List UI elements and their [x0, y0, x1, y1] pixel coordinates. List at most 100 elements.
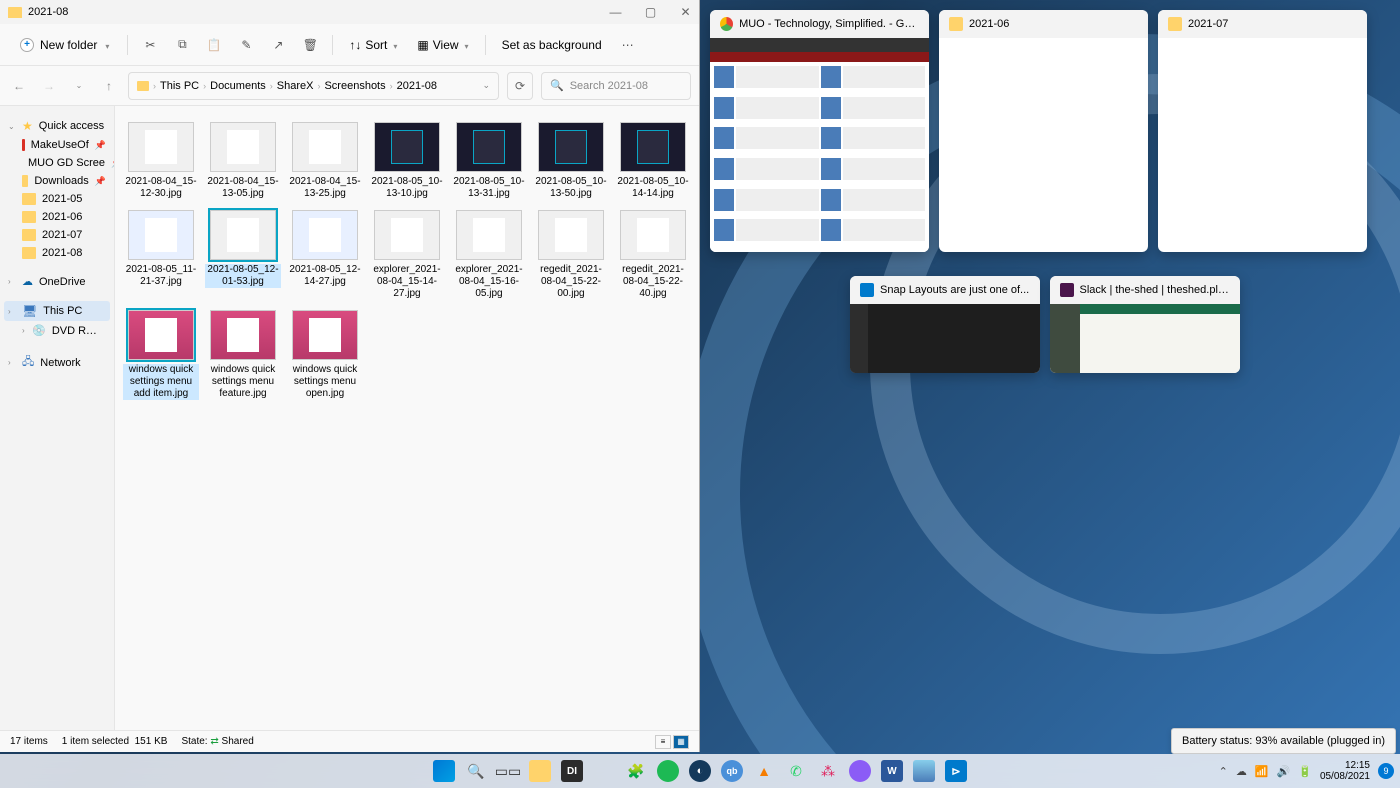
breadcrumb-segment[interactable]: Documents: [210, 80, 266, 92]
sidebar-item[interactable]: MakeUseOf📌: [4, 136, 110, 154]
snap-thumbnail[interactable]: 2021-06: [939, 10, 1148, 252]
search-button[interactable]: 🔍: [465, 760, 487, 782]
snap-thumbnail[interactable]: 2021-07: [1158, 10, 1367, 252]
file-item[interactable]: windows quick settings menu add item.jpg: [123, 310, 199, 400]
clock[interactable]: 12:15 05/08/2021: [1320, 760, 1370, 782]
podcast-icon[interactable]: [849, 760, 871, 782]
file-item[interactable]: 2021-08-05_10-13-50.jpg: [533, 122, 609, 200]
breadcrumb-segment[interactable]: Screenshots: [324, 80, 385, 92]
copy-button[interactable]: ⧉: [170, 33, 194, 57]
file-item[interactable]: 2021-08-05_11-21-37.jpg: [123, 210, 199, 300]
forward-button[interactable]: →: [38, 79, 60, 93]
up-button[interactable]: ↑: [98, 79, 120, 93]
chrome-icon[interactable]: [593, 760, 615, 782]
sidebar-item[interactable]: 2021-05: [4, 190, 110, 208]
navbar: ← → ⌄ ↑ › This PC›Documents›ShareX›Scree…: [0, 66, 699, 106]
start-button[interactable]: [433, 760, 455, 782]
maximize-button[interactable]: ▢: [645, 7, 656, 18]
spotify-icon[interactable]: [657, 760, 679, 782]
recent-button[interactable]: ⌄: [68, 81, 90, 90]
set-background-button[interactable]: Set as background: [496, 34, 608, 56]
sidebar: ⌄★ Quick access MakeUseOf📌MUO GD Scree📌D…: [0, 106, 115, 730]
tray-chevron[interactable]: ⌃: [1219, 765, 1228, 778]
slack-icon[interactable]: ⁂: [817, 760, 839, 782]
dvd-drive[interactable]: ›💿 DVD RW Drive (D:) A: [4, 321, 110, 340]
file-item[interactable]: 2021-08-04_15-13-05.jpg: [205, 122, 281, 200]
file-item[interactable]: 2021-08-05_12-01-53.jpg: [205, 210, 281, 300]
delete-button[interactable]: 🗑: [298, 33, 322, 57]
this-pc[interactable]: ›🖥 This PC: [4, 301, 110, 321]
system-tray: ⌃ ☁ 📶 🔊 🔋 12:15 05/08/2021 9: [1219, 760, 1394, 782]
wifi-icon[interactable]: 📶: [1255, 765, 1269, 778]
back-button[interactable]: ←: [8, 79, 30, 93]
onedrive[interactable]: ›☁ OneDrive: [4, 272, 110, 291]
search-icon: 🔍: [550, 79, 564, 92]
taskbar: 🔍 ▭▭ DI 🧩 ◐ qb ▲ ✆ ⁂ W ⊳ ⌃ ☁ 📶 🔊 🔋 12:15…: [0, 754, 1400, 788]
vscode-icon[interactable]: ⊳: [945, 760, 967, 782]
breadcrumb-segment[interactable]: ShareX: [277, 80, 314, 92]
image-app-icon[interactable]: [913, 760, 935, 782]
breadcrumb-segment[interactable]: This PC: [160, 80, 199, 92]
titlebar[interactable]: 2021-08 — ▢ ✕: [0, 0, 699, 24]
quick-access[interactable]: ⌄★ Quick access: [4, 116, 110, 136]
item-count: 17 items: [10, 736, 48, 747]
sidebar-item[interactable]: MUO GD Scree📌: [4, 154, 110, 172]
folder-icon: [8, 7, 22, 18]
sidebar-item[interactable]: Downloads📌: [4, 172, 110, 190]
cut-button[interactable]: ✂: [138, 33, 162, 57]
file-item[interactable]: windows quick settings menu feature.jpg: [205, 310, 281, 400]
onedrive-tray-icon[interactable]: ☁: [1236, 765, 1247, 778]
steam-icon[interactable]: ◐: [689, 760, 711, 782]
refresh-button[interactable]: ⟳: [507, 72, 533, 100]
details-view-button[interactable]: ≡: [655, 735, 671, 749]
snap-thumbnail[interactable]: Snap Layouts are just one of...: [850, 276, 1040, 373]
sort-button[interactable]: ↑↓ Sort: [343, 34, 403, 56]
explorer-taskbar-icon[interactable]: [529, 760, 551, 782]
file-item[interactable]: windows quick settings menu open.jpg: [287, 310, 363, 400]
task-view-button[interactable]: ▭▭: [497, 760, 519, 782]
view-button[interactable]: ▦ View: [411, 34, 474, 56]
thumbnails-view-button[interactable]: ▦: [673, 735, 689, 749]
file-item[interactable]: explorer_2021-08-04_15-16-05.jpg: [451, 210, 527, 300]
close-button[interactable]: ✕: [680, 7, 691, 18]
file-item[interactable]: 2021-08-04_15-12-30.jpg: [123, 122, 199, 200]
window-title: 2021-08: [28, 6, 68, 18]
file-item[interactable]: 2021-08-05_10-13-31.jpg: [451, 122, 527, 200]
file-item[interactable]: 2021-08-05_10-13-10.jpg: [369, 122, 445, 200]
snap-thumbnail[interactable]: MUO - Technology, Simplified. - Goog...: [710, 10, 929, 252]
file-item[interactable]: regedit_2021-08-04_15-22-40.jpg: [615, 210, 691, 300]
search-input[interactable]: 🔍 Search 2021-08: [541, 72, 691, 100]
explorer-window: 2021-08 — ▢ ✕ + New folder ✂ ⧉ 📋 ✎ ↗ 🗑 ↑…: [0, 0, 700, 752]
paste-button[interactable]: 📋: [202, 33, 226, 57]
file-item[interactable]: 2021-08-05_12-14-27.jpg: [287, 210, 363, 300]
breadcrumb-segment[interactable]: 2021-08: [397, 80, 437, 92]
more-button[interactable]: ⋯: [616, 33, 640, 57]
network[interactable]: ›🖧 Network: [4, 350, 110, 375]
rename-button[interactable]: ✎: [234, 33, 258, 57]
vlc-icon[interactable]: ▲: [753, 760, 775, 782]
file-grid[interactable]: 2021-08-04_15-12-30.jpg2021-08-04_15-13-…: [115, 106, 699, 730]
file-item[interactable]: 2021-08-04_15-13-25.jpg: [287, 122, 363, 200]
app-icon[interactable]: DI: [561, 760, 583, 782]
address-bar[interactable]: › This PC›Documents›ShareX›Screenshots›2…: [128, 72, 499, 100]
word-icon[interactable]: W: [881, 760, 903, 782]
extension-icon[interactable]: 🧩: [625, 760, 647, 782]
file-item[interactable]: explorer_2021-08-04_15-14-27.jpg: [369, 210, 445, 300]
folder-icon: [137, 81, 149, 91]
sidebar-item[interactable]: 2021-06: [4, 208, 110, 226]
file-item[interactable]: 2021-08-05_10-14-14.jpg: [615, 122, 691, 200]
new-folder-button[interactable]: + New folder: [12, 34, 117, 56]
notification-badge[interactable]: 9: [1378, 763, 1394, 779]
share-button[interactable]: ↗: [266, 33, 290, 57]
battery-icon[interactable]: 🔋: [1298, 765, 1312, 778]
volume-icon[interactable]: 🔊: [1277, 765, 1291, 778]
whatsapp-icon[interactable]: ✆: [785, 760, 807, 782]
sidebar-item[interactable]: 2021-08: [4, 244, 110, 262]
sidebar-item[interactable]: 2021-07: [4, 226, 110, 244]
minimize-button[interactable]: —: [610, 7, 621, 18]
qbittorrent-icon[interactable]: qb: [721, 760, 743, 782]
file-item[interactable]: regedit_2021-08-04_15-22-00.jpg: [533, 210, 609, 300]
snap-thumbnail[interactable]: Slack | the-shed | theshed.place: [1050, 276, 1240, 373]
battery-tooltip: Battery status: 93% available (plugged i…: [1171, 728, 1396, 754]
sort-icon: ↑↓: [349, 38, 361, 52]
